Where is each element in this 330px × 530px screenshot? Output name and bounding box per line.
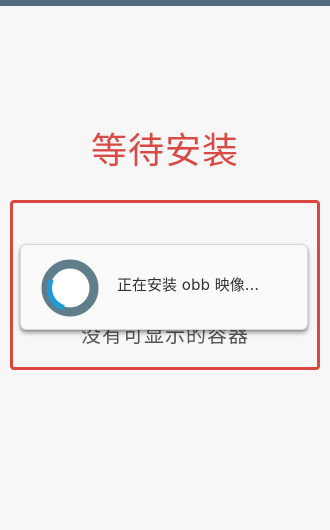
installing-dialog: 正在安装 obb 映像... bbox=[20, 244, 308, 330]
status-bar bbox=[0, 0, 330, 6]
page-title: 等待安装 bbox=[90, 131, 239, 172]
install-waiting-screen: 等待安装 没有可显示的容器 正在安装 obb 映像... bbox=[0, 0, 330, 530]
install-status-message: 正在安装 obb 映像... bbox=[117, 276, 260, 294]
progress-spinner-icon bbox=[41, 259, 99, 317]
